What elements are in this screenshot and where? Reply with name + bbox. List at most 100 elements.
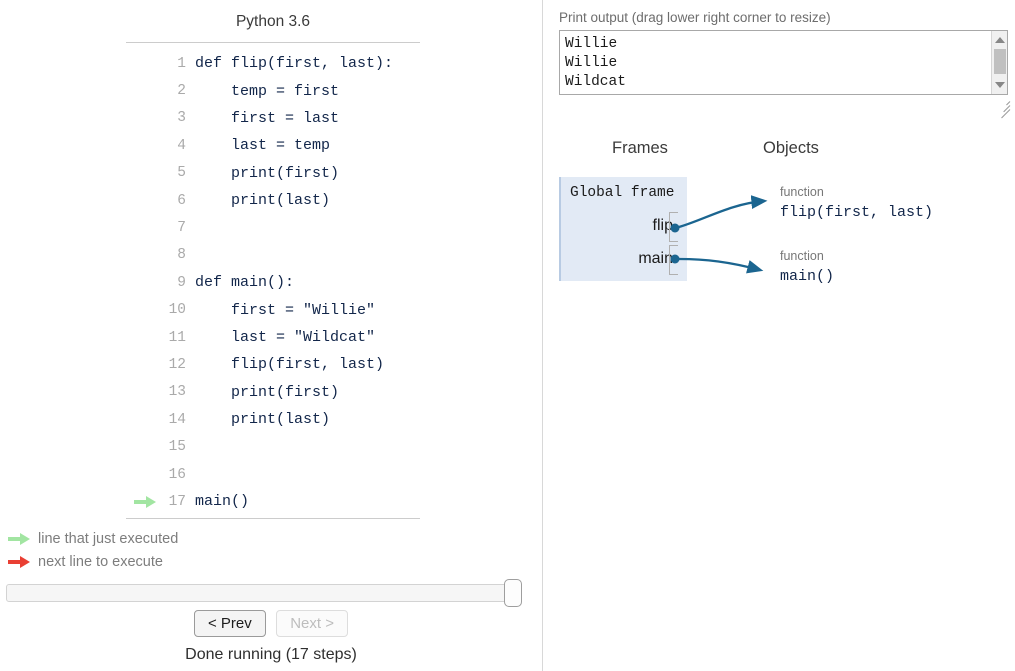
code-line-text: print(first) xyxy=(195,164,340,182)
code-line-arrow-cell xyxy=(126,488,160,515)
code-line-arrow-cell xyxy=(126,214,160,241)
global-frame-label: Global frame xyxy=(570,185,675,201)
code-line-arrow-cell xyxy=(126,105,160,132)
code-line-number[interactable]: 6 xyxy=(160,187,194,214)
code-line-row[interactable]: 2 temp = first xyxy=(126,77,426,104)
code-pane: Python 3.6 1 def flip(first, last): 2 temp… xyxy=(0,0,542,671)
print-output-scrollbar[interactable] xyxy=(991,31,1007,94)
legend-label-next-line: next line to execute xyxy=(38,553,163,570)
legend-row-just-executed: line that just executed xyxy=(8,527,178,550)
green-arrow-icon xyxy=(134,495,156,508)
global-frame-box: Global frame flip main xyxy=(559,177,687,281)
code-line-number[interactable]: 10 xyxy=(160,297,194,324)
objects-column-header: Objects xyxy=(763,139,819,157)
code-line-row[interactable]: 16 xyxy=(126,461,426,488)
code-line-arrow-cell xyxy=(126,187,160,214)
code-line-row[interactable]: 14 print(last) xyxy=(126,406,426,433)
next-step-button: Next > xyxy=(276,610,348,637)
code-line-number[interactable]: 16 xyxy=(160,461,194,488)
code-line-text: first = "Willie" xyxy=(195,301,376,319)
frames-column-header: Frames xyxy=(612,139,668,157)
code-line-text: last = "Wildcat" xyxy=(195,329,376,347)
code-line-row[interactable]: 12 flip(first, last) xyxy=(126,351,426,378)
code-line-number[interactable]: 2 xyxy=(160,77,194,104)
code-line-arrow-cell xyxy=(126,77,160,104)
code-line-row[interactable]: 1 def flip(first, last): xyxy=(126,50,426,77)
print-output-text: Willie Willie Wildcat xyxy=(565,36,626,90)
code-line-text: flip(first, last) xyxy=(195,356,385,374)
code-line-arrow-cell xyxy=(126,269,160,296)
frame-variable-main: main xyxy=(638,250,673,267)
resize-grip-icon[interactable] xyxy=(998,98,1011,119)
code-line-row[interactable]: 5 print(first) xyxy=(126,160,426,187)
code-line-row[interactable]: 9 def main(): xyxy=(126,269,426,296)
code-line-text xyxy=(194,214,426,241)
code-line-number[interactable]: 12 xyxy=(160,351,194,378)
code-line-arrow-cell xyxy=(126,351,160,378)
code-line-text: def main(): xyxy=(195,274,295,292)
scroll-down-arrow-icon[interactable] xyxy=(995,82,1005,88)
code-line-number[interactable]: 5 xyxy=(160,160,194,187)
code-line-text: first = last xyxy=(195,109,340,127)
legend-label-just-executed: line that just executed xyxy=(38,530,179,547)
object-kind-flip: function xyxy=(780,185,824,199)
prev-step-button[interactable]: < Prev xyxy=(193,610,266,637)
code-line-arrow-cell xyxy=(126,242,160,269)
code-bottom-divider xyxy=(126,518,420,519)
code-line-row[interactable]: 6 print(last) xyxy=(126,187,426,214)
code-line-text: def flip(first, last): xyxy=(195,55,394,73)
execution-status: Done running (17 steps) xyxy=(185,646,357,663)
step-slider-thumb[interactable] xyxy=(504,579,522,607)
value-bracket-main xyxy=(669,245,678,275)
object-kind-main: function xyxy=(780,249,824,263)
code-line-number[interactable]: 9 xyxy=(160,269,194,296)
code-line-text: print(first) xyxy=(195,383,340,401)
code-line-row[interactable]: 8 xyxy=(126,242,426,269)
code-line-number[interactable]: 7 xyxy=(160,214,194,241)
code-line-number[interactable]: 1 xyxy=(160,50,194,77)
execution-legend: line that just executed next line to exe… xyxy=(8,527,178,573)
scroll-up-arrow-icon[interactable] xyxy=(995,37,1005,43)
code-line-arrow-cell xyxy=(126,461,160,488)
red-arrow-icon xyxy=(8,555,30,568)
code-line-row[interactable]: 11 last = "Wildcat" xyxy=(126,324,426,351)
code-line-number[interactable]: 14 xyxy=(160,406,194,433)
print-output-box[interactable]: Willie Willie Wildcat xyxy=(559,30,1008,95)
code-line-row[interactable]: 10 first = "Willie" xyxy=(126,297,426,324)
code-line-row[interactable]: 17 main() xyxy=(126,488,426,515)
code-line-text xyxy=(194,242,426,269)
code-line-arrow-cell xyxy=(126,160,160,187)
code-line-text xyxy=(194,433,426,460)
code-line-text: main() xyxy=(195,493,250,511)
code-line-row[interactable]: 3 first = last xyxy=(126,105,426,132)
value-bracket-flip xyxy=(669,212,678,242)
language-title: Python 3.6 xyxy=(235,13,311,30)
code-line-number[interactable]: 4 xyxy=(160,132,194,159)
scrollbar-thumb[interactable] xyxy=(994,49,1006,74)
code-line-text: print(last) xyxy=(195,411,331,429)
code-line-text xyxy=(194,461,426,488)
code-line-arrow-cell xyxy=(126,297,160,324)
code-line-number[interactable]: 17 xyxy=(160,488,194,515)
legend-row-next-line: next line to execute xyxy=(8,550,178,573)
code-line-row[interactable]: 7 xyxy=(126,214,426,241)
code-line-row[interactable]: 15 xyxy=(126,433,426,460)
code-line-row[interactable]: 13 print(first) xyxy=(126,379,426,406)
visualization-pane: Print output (drag lower right corner to… xyxy=(543,0,1015,671)
code-listing: 1 def flip(first, last): 2 temp = first 3 f… xyxy=(126,50,426,516)
code-line-number[interactable]: 8 xyxy=(160,242,194,269)
code-line-number[interactable]: 3 xyxy=(160,105,194,132)
code-line-arrow-cell xyxy=(126,433,160,460)
print-output-label: Print output (drag lower right corner to… xyxy=(559,10,831,25)
code-line-text: temp = first xyxy=(195,82,340,100)
code-line-number[interactable]: 11 xyxy=(160,324,194,351)
step-slider-track[interactable] xyxy=(6,584,522,602)
code-line-text: print(last) xyxy=(195,192,331,210)
navigation-buttons: < Prev Next > xyxy=(0,610,542,637)
code-line-row[interactable]: 4 last = temp xyxy=(126,132,426,159)
code-line-text: last = temp xyxy=(195,137,331,155)
code-line-number[interactable]: 13 xyxy=(160,379,194,406)
code-line-number[interactable]: 15 xyxy=(160,433,194,460)
green-arrow-icon xyxy=(8,532,30,545)
code-line-arrow-cell xyxy=(126,132,160,159)
